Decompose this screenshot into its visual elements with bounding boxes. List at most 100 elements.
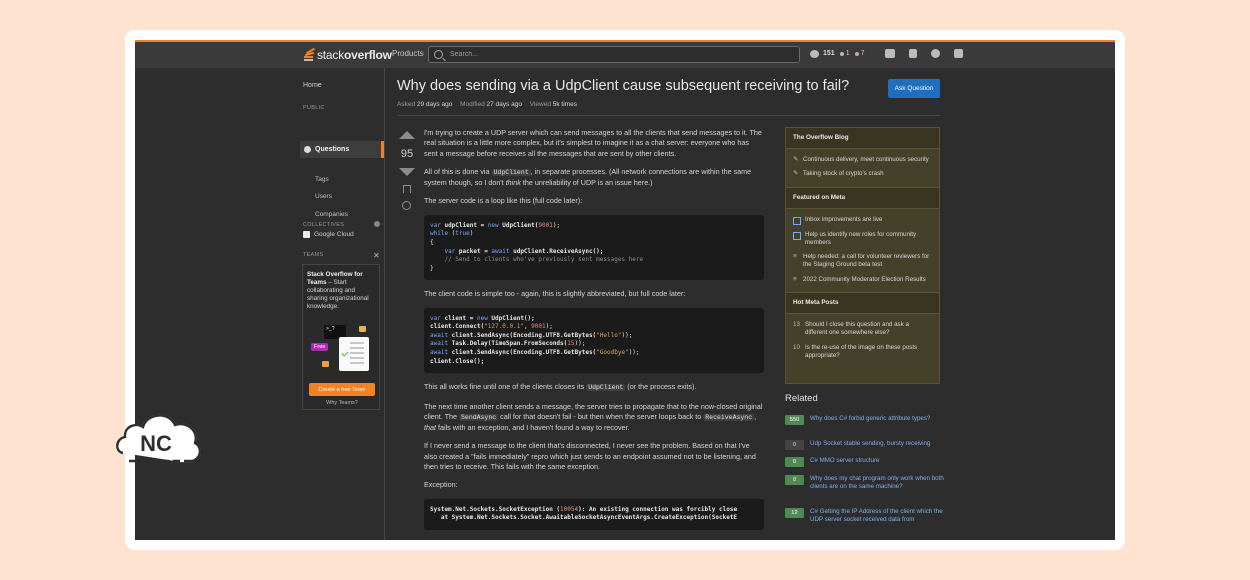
related-link[interactable]: C# MMO server structure — [810, 457, 944, 467]
answer-count: 0 — [785, 440, 804, 450]
left-sidebar: Home PUBLIC Questions Tags Users Compani… — [300, 68, 385, 540]
related-heading: Related — [785, 393, 818, 404]
meta-item[interactable]: Inbox improvements are live — [786, 213, 939, 228]
header-divider — [397, 115, 940, 116]
question-body: I'm trying to create a UDP server which … — [424, 128, 764, 539]
pencil-icon: ✎ — [793, 156, 799, 163]
related-item[interactable]: 550 Why does C# forbid generic attribute … — [785, 415, 945, 425]
bronze-badge-icon — [854, 51, 859, 56]
browser-screen: stackoverflow Products 151 1 7 Home PUBL… — [135, 40, 1115, 540]
why-teams-link[interactable]: Why Teams? — [303, 400, 381, 406]
meta-heading: Featured on Meta — [786, 186, 939, 209]
answer-count: 0 — [785, 457, 804, 467]
nav-tags[interactable]: Tags — [315, 176, 329, 183]
inline-code: UdpClient — [586, 384, 626, 392]
related-item[interactable]: 0 C# MMO server structure — [785, 457, 945, 467]
globe-icon — [304, 146, 311, 153]
checkmark-icon — [341, 349, 349, 357]
stackoverflow-logo[interactable]: stackoverflow — [303, 47, 392, 63]
related-link[interactable]: Why does my chat program only work when … — [810, 475, 944, 492]
site-switcher-icon[interactable] — [953, 49, 963, 58]
related-item[interactable]: 0 Why does my chat program only work when… — [785, 475, 945, 492]
vote-count: 95 — [400, 148, 414, 160]
teams-promo: Stack Overflow for Teams – Start collabo… — [302, 264, 380, 410]
answer-count: 12 — [785, 508, 804, 518]
nav-section-collectives: COLLECTIVES — [303, 222, 345, 228]
document-icon — [339, 337, 369, 371]
nc-cloud-logo: NC — [116, 414, 202, 463]
google-cloud-icon — [303, 231, 310, 238]
meta-item[interactable]: ≡ 2022 Community Moderator Election Resul… — [786, 273, 939, 287]
nav-questions[interactable]: Questions — [300, 141, 384, 158]
reputation-count: 151 — [823, 50, 835, 57]
viewed-label: Viewed — [529, 101, 551, 108]
hot-meta-item[interactable]: 13 Should I close this question and ask a… — [786, 318, 939, 341]
user-area: 151 1 7 — [810, 49, 963, 58]
chat-bubble-icon — [322, 361, 329, 367]
help-icon[interactable] — [930, 49, 940, 58]
meta-item[interactable]: Help us identify new roles for community… — [786, 228, 939, 251]
blog-item[interactable]: ✎ Continuous delivery, meet continuous se… — [786, 153, 939, 167]
blog-item[interactable]: ✎ Taking stock of crypto's crash — [786, 167, 939, 181]
answer-count: 0 — [785, 475, 804, 485]
top-bar: stackoverflow Products 151 1 7 — [135, 40, 1115, 68]
nav-home[interactable]: Home — [303, 82, 322, 89]
hot-meta-item[interactable]: 10 Is the re-use of the image on these po… — [786, 341, 939, 364]
related-link[interactable]: Udp Socket stable sending, bursty receiv… — [810, 440, 944, 450]
related-item[interactable]: 12 C# Getting the IP Address of the clien… — [785, 508, 945, 525]
trophy-icon[interactable] — [908, 49, 917, 58]
asked-label: Asked — [397, 101, 416, 108]
upvote-icon[interactable] — [399, 131, 415, 139]
client-code-block: var client = new UdpClient(); client.Con… — [424, 307, 764, 374]
bookmark-icon[interactable] — [403, 185, 411, 193]
related-item[interactable]: 0 Udp Socket stable sending, bursty recei… — [785, 440, 945, 450]
meta-logo-icon: ≡ — [793, 275, 797, 283]
info-icon[interactable] — [374, 221, 380, 227]
create-team-button[interactable]: Create a free Team — [309, 383, 375, 396]
teams-illustration: >_? Free — [309, 323, 375, 373]
nc-logo-text: NC — [140, 431, 172, 456]
asked-value: 29 days ago — [416, 101, 453, 108]
post-paragraph: If I never send a message to the client … — [424, 441, 756, 471]
search-input[interactable] — [448, 50, 782, 59]
post-paragraph: This all works fine until one of the cli… — [424, 382, 697, 392]
nav-questions-label: Questions — [315, 146, 350, 153]
products-menu[interactable]: Products — [392, 49, 424, 58]
modified-label: Modified — [460, 101, 485, 108]
chat-icon — [793, 231, 801, 240]
nav-section-teams: TEAMS — [303, 252, 324, 258]
question-meta: Asked 29 days ago Modified 27 days ago V… — [397, 101, 583, 108]
blog-heading: The Overflow Blog — [786, 128, 939, 149]
chat-icon — [793, 216, 801, 225]
silver-count: 1 — [845, 50, 850, 57]
downvote-icon[interactable] — [399, 168, 415, 176]
answer-count: 550 — [785, 415, 804, 425]
post-paragraph: Exception: — [424, 480, 458, 490]
avatar-icon[interactable] — [810, 49, 819, 58]
nav-google-cloud[interactable]: Google Cloud — [303, 231, 354, 238]
question-title[interactable]: Why does sending via a UdpClient cause s… — [397, 78, 849, 94]
search-box[interactable] — [428, 46, 800, 63]
nav-section-public: PUBLIC — [303, 105, 325, 111]
pencil-icon: ✎ — [793, 170, 799, 178]
post-paragraph: The client code is simple too - again, t… — [424, 289, 686, 299]
history-icon[interactable] — [402, 201, 411, 210]
nav-users[interactable]: Users — [315, 193, 332, 200]
bronze-count: 7 — [860, 50, 865, 57]
meta-item[interactable]: ≡ Help needed: a call for volunteer revie… — [786, 250, 939, 273]
hot-meta-heading: Hot Meta Posts — [786, 292, 939, 315]
ask-question-button[interactable]: Ask Question — [888, 79, 940, 98]
chat-bubble-icon — [359, 326, 366, 332]
silver-badge-icon — [839, 51, 844, 56]
viewed-value: 5k times — [552, 101, 577, 108]
post-paragraph: I'm trying to create a UDP server which … — [424, 128, 762, 158]
related-link[interactable]: Why does C# forbid generic attribute typ… — [810, 415, 944, 425]
related-link[interactable]: C# Getting the IP Address of the client … — [810, 508, 944, 525]
inbox-icon[interactable] — [884, 49, 895, 58]
logo-text-bold: overflow — [344, 48, 392, 62]
close-icon[interactable]: ✕ — [373, 251, 380, 260]
nav-companies[interactable]: Companies — [315, 211, 348, 218]
free-badge: Free — [311, 343, 329, 351]
inline-code: UdpClient — [491, 168, 531, 176]
exception-code-block: System.Net.Sockets.SocketException (1005… — [424, 498, 764, 530]
